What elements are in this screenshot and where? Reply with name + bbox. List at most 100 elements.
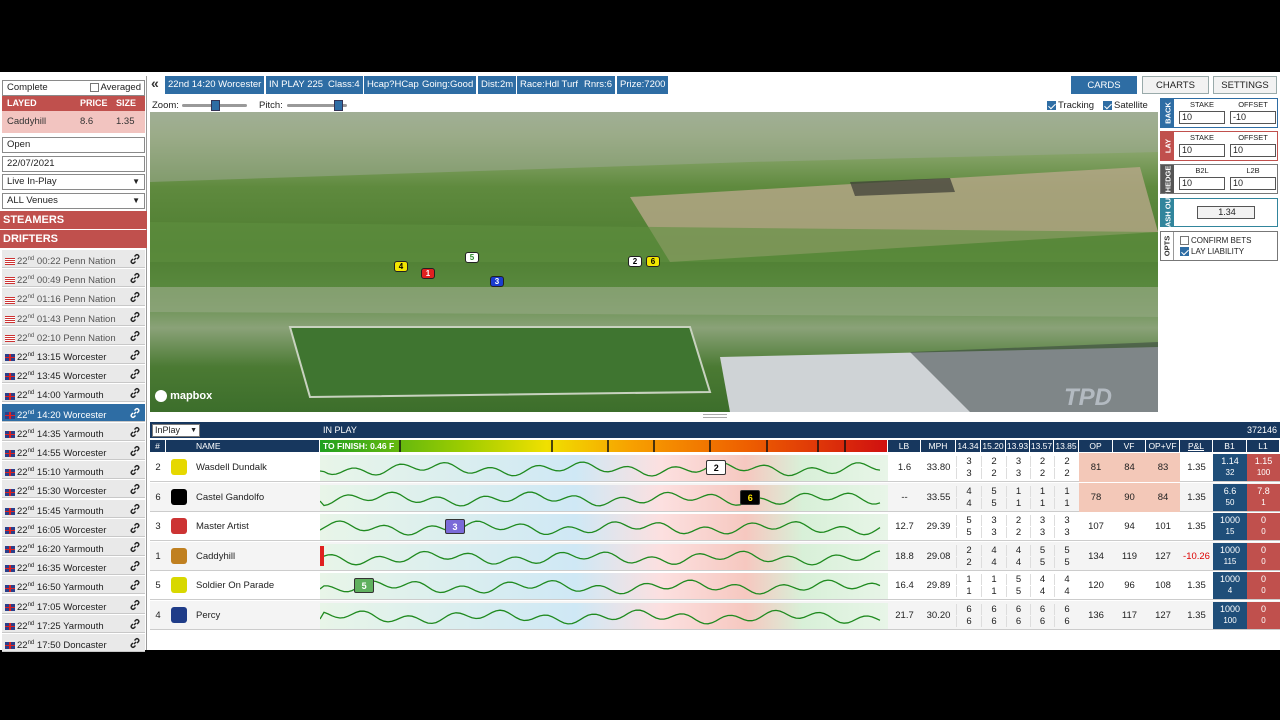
- runner-row[interactable]: 1 Caddyhill 18.8 29.08 2 2 4 4 4 4 5 5 5 5 134 119 127 -1…: [150, 541, 1280, 571]
- race-list-item[interactable]: 22nd 16:35 Worcester: [2, 557, 145, 576]
- col-s3[interactable]: 13.93: [1006, 440, 1030, 452]
- race-list-item[interactable]: 22nd 17:25 Yarmouth: [2, 614, 145, 633]
- link-icon[interactable]: [129, 464, 141, 476]
- lay-price-button[interactable]: 00: [1247, 542, 1280, 570]
- lay-price-button[interactable]: 00: [1247, 572, 1280, 600]
- runner-marker[interactable]: 4: [394, 261, 408, 272]
- runner-name[interactable]: Wasdell Dundalk: [196, 462, 267, 473]
- cards-button[interactable]: CARDS: [1071, 76, 1137, 94]
- link-icon[interactable]: [129, 291, 141, 303]
- runner-row[interactable]: 3 Master Artist 3 12.7 29.39 5 5 3 3 2 2 3 3 3 3 107 94 1…: [150, 512, 1280, 542]
- link-icon[interactable]: [129, 483, 141, 495]
- runner-name[interactable]: Castel Gandolfo: [196, 492, 264, 503]
- col-b1[interactable]: B1: [1213, 440, 1247, 452]
- race-list-item[interactable]: 22nd 14:55 Worcester: [2, 442, 145, 460]
- back-price-button[interactable]: 6.6 50: [1213, 483, 1247, 511]
- lay-liability-checkbox[interactable]: [1180, 247, 1189, 257]
- back-offset-input[interactable]: -10: [1230, 111, 1276, 124]
- back-price-button[interactable]: 1000 4: [1213, 572, 1247, 600]
- steamers-section[interactable]: STEAMERS: [0, 211, 147, 229]
- drifters-section[interactable]: DRIFTERS: [0, 230, 147, 248]
- col-s5[interactable]: 13.85: [1054, 440, 1079, 452]
- race-list-item[interactable]: 22nd 14:00 Yarmouth: [2, 384, 145, 403]
- back-price-button[interactable]: 1000 100: [1213, 602, 1247, 629]
- col-s1[interactable]: 14.34: [956, 440, 981, 452]
- resize-handle[interactable]: [703, 414, 727, 418]
- back-price-button[interactable]: 1000 15: [1213, 513, 1247, 541]
- link-icon[interactable]: [129, 311, 141, 323]
- pitch-slider-handle[interactable]: [334, 100, 343, 111]
- market-status-field[interactable]: Open: [2, 137, 145, 153]
- lay-price-button[interactable]: 1.15 100: [1247, 454, 1280, 481]
- satellite-checkbox[interactable]: [1103, 100, 1112, 110]
- link-icon[interactable]: [129, 349, 141, 361]
- link-icon[interactable]: [129, 445, 141, 457]
- runner-row[interactable]: 4 Percy 21.7 30.20 6 6 6 6 6 6 6 6 6 6 136 117 127 1.35 10…: [150, 601, 1280, 630]
- race-list-item[interactable]: 22nd 13:45 Worcester: [2, 365, 145, 384]
- link-icon[interactable]: [129, 618, 141, 630]
- link-icon[interactable]: [129, 579, 141, 591]
- race-list-item[interactable]: 22nd 13:15 Worcester: [2, 346, 145, 364]
- col-name[interactable]: NAME: [166, 440, 320, 452]
- col-s2[interactable]: 15.20: [981, 440, 1006, 452]
- link-icon[interactable]: [129, 541, 141, 553]
- link-icon[interactable]: [129, 253, 141, 265]
- race-list-item[interactable]: 22nd 01:16 Penn Nation: [2, 288, 145, 307]
- pitch-slider[interactable]: [287, 100, 347, 111]
- grid-filter-select[interactable]: InPlay ▼: [152, 424, 200, 437]
- link-icon[interactable]: [129, 368, 141, 380]
- col-op[interactable]: OP: [1079, 440, 1113, 452]
- race-list-item[interactable]: 22nd 14:35 Yarmouth: [2, 422, 145, 441]
- col-lb[interactable]: LB: [888, 440, 921, 452]
- runner-row[interactable]: 2 Wasdell Dundalk 2 1.6 33.80 3 3 2 2 3 3 2 2 2 2 81 84 8…: [150, 453, 1280, 482]
- col-s4[interactable]: 13.57: [1030, 440, 1054, 452]
- back-price-button[interactable]: 1000 115: [1213, 542, 1247, 570]
- cashout-value[interactable]: 1.34: [1197, 206, 1255, 219]
- race-list-item[interactable]: 22nd 15:30 Worcester: [2, 480, 145, 499]
- l2b-input[interactable]: 10: [1230, 177, 1276, 190]
- link-icon[interactable]: [129, 426, 141, 438]
- zoom-slider[interactable]: [182, 100, 247, 111]
- runner-marker[interactable]: 2: [628, 256, 642, 267]
- col-num[interactable]: #: [150, 440, 166, 452]
- confirm-bets-checkbox[interactable]: [1180, 236, 1189, 246]
- link-icon[interactable]: [129, 637, 141, 649]
- link-icon[interactable]: [129, 599, 141, 611]
- link-icon[interactable]: [129, 560, 141, 572]
- col-pl[interactable]: P&L: [1180, 440, 1213, 452]
- runner-name[interactable]: Soldier On Parade: [196, 580, 274, 591]
- race-list-item[interactable]: 22nd 01:43 Penn Nation: [2, 307, 145, 326]
- runner-marker[interactable]: 3: [490, 276, 504, 287]
- race-list-item[interactable]: 22nd 16:20 Yarmouth: [2, 538, 145, 556]
- runner-marker[interactable]: 5: [465, 252, 479, 263]
- col-opvf[interactable]: OP+VF: [1146, 440, 1180, 452]
- tracking-toggle[interactable]: Tracking: [1047, 100, 1094, 111]
- runner-row[interactable]: 6 Castel Gandolfo 6 -- 33.55 4 4 5 5 1 1 1 1 1 1 78 90 84…: [150, 482, 1280, 512]
- confirm-bets-toggle[interactable]: CONFIRM BETS: [1180, 236, 1251, 246]
- col-mph[interactable]: MPH: [921, 440, 956, 452]
- link-icon[interactable]: [129, 407, 141, 419]
- link-icon[interactable]: [129, 522, 141, 534]
- runner-name[interactable]: Master Artist: [196, 521, 249, 532]
- lay-stake-input[interactable]: 10: [1179, 144, 1225, 157]
- lay-price-button[interactable]: 00: [1247, 513, 1280, 541]
- charts-button[interactable]: CHARTS: [1142, 76, 1209, 94]
- lay-price-button[interactable]: 7.8 1: [1247, 483, 1280, 511]
- link-icon[interactable]: [129, 503, 141, 515]
- tracking-checkbox[interactable]: [1047, 100, 1056, 110]
- race-list-item[interactable]: 22nd 16:05 Worcester: [2, 518, 145, 537]
- race-list-item[interactable]: 22nd 17:50 Doncaster: [2, 634, 145, 652]
- status-select[interactable]: Complete Averaged: [2, 80, 145, 96]
- race-list-item[interactable]: 22nd 14:20 Worcester: [2, 403, 145, 422]
- lay-liability-toggle[interactable]: LAY LIABILITY: [1180, 247, 1244, 257]
- back-price-button[interactable]: 1.14 32: [1213, 454, 1247, 481]
- runner-row[interactable]: 5 Soldier On Parade 5 16.4 29.89 1 1 1 1 5 5 4 4 4 4 12…: [150, 571, 1280, 601]
- satellite-toggle[interactable]: Satellite: [1103, 100, 1148, 111]
- averaged-toggle[interactable]: Averaged: [89, 81, 141, 95]
- race-list-item[interactable]: 22nd 16:50 Yarmouth: [2, 576, 145, 595]
- col-l1[interactable]: L1: [1247, 440, 1280, 452]
- runner-name[interactable]: Caddyhill: [196, 551, 235, 562]
- venue-select[interactable]: ALL Venues ▼: [2, 193, 145, 209]
- cashout-box[interactable]: CASH OUT 1.34: [1160, 193, 1278, 232]
- settings-button[interactable]: SETTINGS: [1213, 76, 1277, 94]
